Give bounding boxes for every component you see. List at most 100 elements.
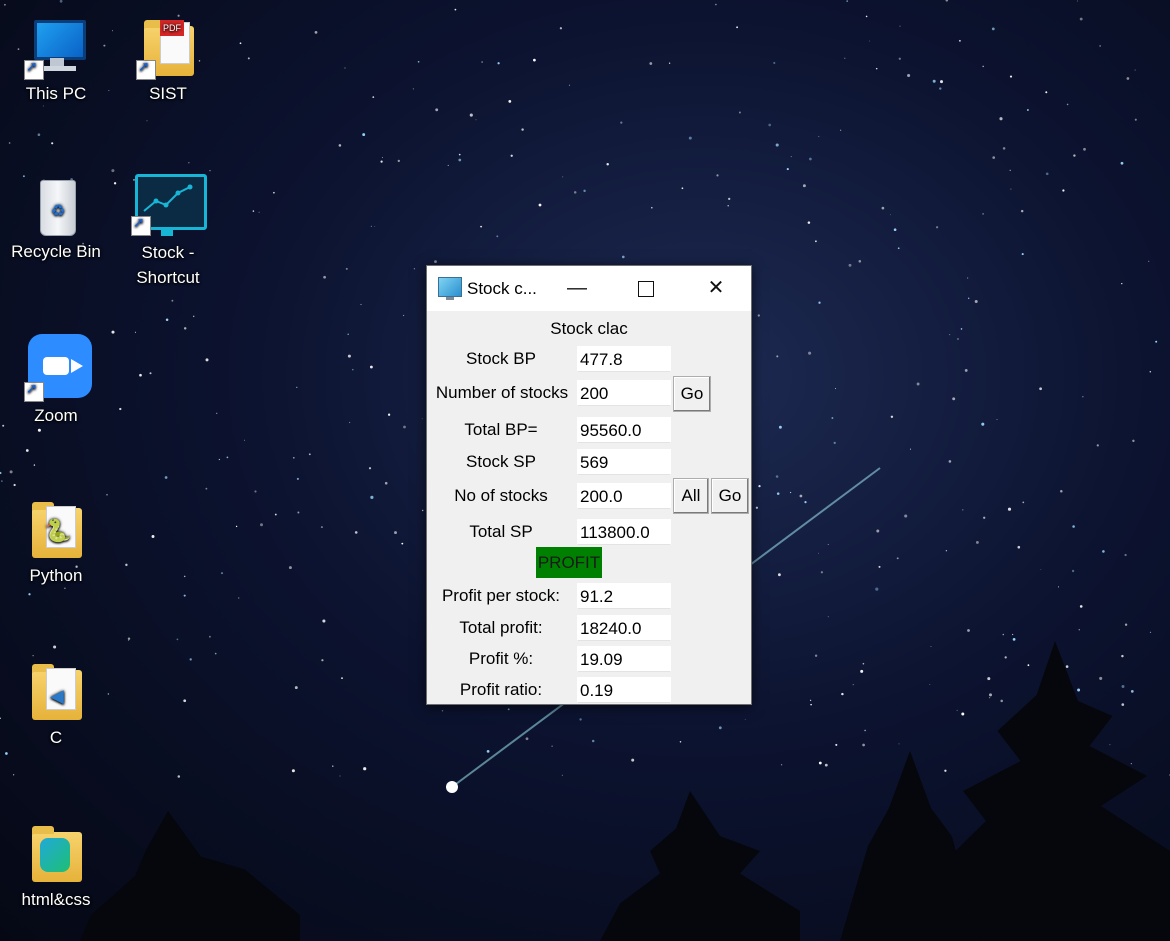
star xyxy=(736,26,738,29)
star xyxy=(890,214,891,216)
maximize-button[interactable] xyxy=(623,266,669,311)
go-button-buy[interactable]: Go xyxy=(673,376,711,412)
star xyxy=(183,699,187,703)
desktop-icon-this-pc[interactable]: This PC xyxy=(6,18,106,104)
star xyxy=(218,458,221,461)
star xyxy=(679,741,682,743)
star xyxy=(881,206,885,210)
star xyxy=(755,506,759,509)
star xyxy=(308,453,311,456)
star xyxy=(1071,569,1075,573)
star xyxy=(1148,260,1150,262)
desktop-icon-label: Recycle Bin xyxy=(11,242,101,261)
all-button[interactable]: All xyxy=(673,478,709,514)
star xyxy=(896,557,899,560)
star xyxy=(4,3,6,6)
star xyxy=(975,540,979,544)
star xyxy=(254,490,257,493)
star xyxy=(989,693,992,697)
desktop-icon-stock-shortcut[interactable]: Stock - Shortcut xyxy=(118,174,218,290)
star xyxy=(64,587,66,590)
star xyxy=(1130,690,1134,693)
star xyxy=(780,764,783,766)
star xyxy=(591,739,595,743)
total-bp-input[interactable]: 95560.0 xyxy=(577,417,671,443)
star xyxy=(824,763,828,767)
star xyxy=(1004,656,1007,659)
star xyxy=(982,65,984,68)
star xyxy=(481,61,483,63)
desktop-icon-zoom[interactable]: Zoom xyxy=(6,334,106,426)
star xyxy=(957,338,959,340)
star xyxy=(991,27,995,31)
star xyxy=(1134,69,1136,71)
star xyxy=(1132,439,1135,443)
number-of-stocks-input[interactable]: 200 xyxy=(577,380,671,406)
title-bar[interactable]: Stock c... — ✕ xyxy=(427,266,751,311)
desktop-icon-label: html&css xyxy=(21,890,91,909)
star xyxy=(835,388,836,390)
star xyxy=(967,277,969,279)
profit-ratio-input[interactable]: 0.19 xyxy=(577,677,671,703)
star xyxy=(533,58,536,62)
star xyxy=(403,425,406,429)
star xyxy=(982,213,984,215)
total-sp-input[interactable]: 113800.0 xyxy=(577,519,671,545)
desktop-icon-recycle-bin[interactable]: ♻ Recycle Bin xyxy=(6,176,106,262)
go-button-sell[interactable]: Go xyxy=(711,478,749,514)
star xyxy=(469,113,473,117)
star xyxy=(1121,282,1123,285)
star xyxy=(458,153,461,156)
star xyxy=(1134,118,1137,121)
star xyxy=(893,228,897,232)
star xyxy=(51,142,54,145)
star xyxy=(930,646,932,647)
star xyxy=(916,382,920,386)
star xyxy=(107,693,110,695)
star xyxy=(1077,688,1081,692)
star xyxy=(620,121,623,124)
star xyxy=(434,260,437,263)
profit-percent-input[interactable]: 19.09 xyxy=(577,646,671,672)
star xyxy=(397,159,400,163)
desktop-icon-c[interactable]: ◀ C xyxy=(6,662,106,748)
star xyxy=(176,638,179,641)
star xyxy=(622,255,625,259)
star xyxy=(127,637,131,640)
profit-per-stock-label: Profit per stock: xyxy=(441,586,561,605)
star xyxy=(205,487,208,490)
star xyxy=(775,143,779,147)
star xyxy=(573,191,577,194)
star xyxy=(146,120,148,122)
star xyxy=(183,594,186,597)
stock-bp-label: Stock BP xyxy=(466,349,536,368)
stock-bp-input[interactable]: 477.8 xyxy=(577,346,671,372)
star xyxy=(296,477,299,480)
star xyxy=(909,448,912,450)
close-button[interactable]: ✕ xyxy=(693,266,739,311)
star xyxy=(1002,147,1006,150)
star xyxy=(1121,685,1125,688)
profit-per-stock-input[interactable]: 91.2 xyxy=(577,583,671,609)
star xyxy=(790,491,792,494)
desktop-icon-html-css[interactable]: html&css xyxy=(6,824,106,910)
no-of-stocks-input[interactable]: 200.0 xyxy=(577,483,671,509)
minimize-button[interactable]: — xyxy=(554,266,600,311)
total-profit-input[interactable]: 18240.0 xyxy=(577,615,671,641)
star xyxy=(875,587,879,591)
star xyxy=(344,67,346,69)
desktop-icon-python[interactable]: 🐍 Python xyxy=(6,500,106,586)
star xyxy=(858,260,862,263)
star xyxy=(846,0,849,2)
stock-sp-input[interactable]: 569 xyxy=(577,449,671,475)
total-sp-label: Total SP xyxy=(469,522,533,541)
profit-status-badge: PROFIT xyxy=(536,547,602,578)
star xyxy=(177,775,181,778)
star xyxy=(865,15,868,18)
star xyxy=(401,542,404,545)
star xyxy=(435,108,439,112)
star xyxy=(929,683,931,686)
star xyxy=(380,160,383,163)
star xyxy=(768,123,772,127)
desktop-icon-sist[interactable]: PDF SIST xyxy=(118,18,218,104)
